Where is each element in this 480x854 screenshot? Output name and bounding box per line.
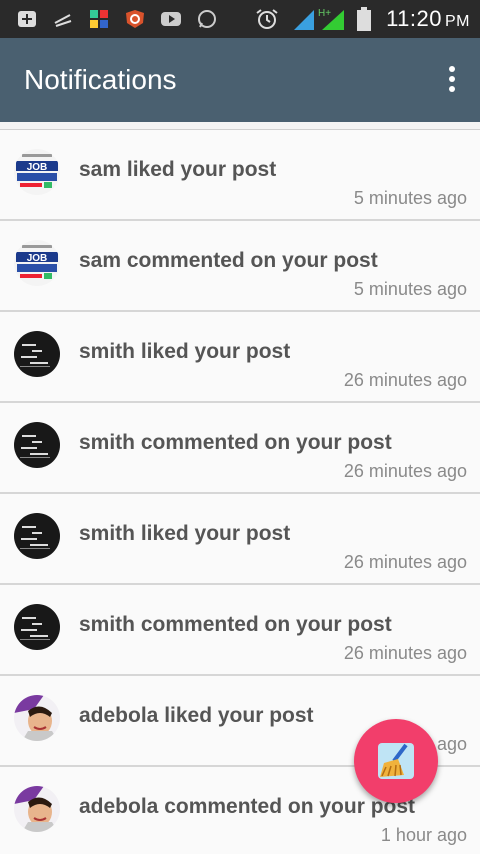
dot-icon bbox=[449, 66, 455, 72]
clean-fab-button[interactable] bbox=[354, 719, 438, 803]
avatar bbox=[14, 422, 60, 468]
notification-message: smith commented on your post bbox=[79, 431, 392, 454]
plus-square-icon bbox=[18, 11, 36, 27]
notification-message: sam liked your post bbox=[79, 158, 277, 181]
status-bar: H+ 11:20 PM bbox=[0, 0, 480, 38]
dot-icon bbox=[449, 86, 455, 92]
pen-icon bbox=[54, 14, 72, 27]
avatar bbox=[14, 695, 60, 741]
svg-text:JOB: JOB bbox=[27, 253, 48, 264]
youtube-icon bbox=[161, 12, 181, 26]
svg-text:H+: H+ bbox=[318, 8, 331, 19]
avatar bbox=[14, 786, 60, 832]
notification-message: adebola commented on your post bbox=[79, 795, 416, 818]
notification-message: smith liked your post bbox=[79, 522, 291, 545]
list-top-divider bbox=[0, 122, 480, 130]
app-icon bbox=[90, 10, 108, 28]
avatar bbox=[14, 331, 60, 377]
svg-text:JOB: JOB bbox=[27, 162, 48, 173]
signal-icon: H+ bbox=[294, 8, 344, 30]
broom-icon bbox=[378, 743, 414, 779]
avatar bbox=[14, 604, 60, 650]
notification-time: 26 minutes ago bbox=[343, 370, 467, 390]
battery-icon bbox=[357, 7, 371, 31]
notification-time: 26 minutes ago bbox=[343, 552, 467, 572]
notification-message: sam commented on your post bbox=[79, 249, 378, 272]
app-bar: Notifications bbox=[0, 38, 480, 122]
whatsapp-icon bbox=[198, 10, 216, 28]
notification-time: 26 minutes ago bbox=[343, 643, 467, 663]
list-item[interactable]: JOB sam liked your post 5 minutes ago bbox=[0, 130, 480, 221]
notification-time: 1 hour ago bbox=[380, 825, 467, 845]
avatar: JOB bbox=[14, 149, 60, 195]
list-item[interactable]: smith liked your post 26 minutes ago bbox=[0, 312, 480, 403]
alarm-icon bbox=[256, 9, 278, 29]
notification-time: 5 minutes ago bbox=[353, 279, 467, 299]
clock: 11:20 PM bbox=[386, 6, 470, 31]
overflow-menu-button[interactable] bbox=[442, 66, 462, 98]
list-item[interactable]: smith liked your post 26 minutes ago bbox=[0, 494, 480, 585]
list-item[interactable]: JOB sam commented on your post 5 minutes a… bbox=[0, 221, 480, 312]
avatar: JOB bbox=[14, 240, 60, 286]
notification-message: smith commented on your post bbox=[79, 613, 392, 636]
dot-icon bbox=[449, 76, 455, 82]
notification-message: adebola liked your post bbox=[79, 704, 314, 727]
notification-time: 5 minutes ago bbox=[353, 188, 467, 208]
avatar bbox=[14, 513, 60, 559]
antivirus-icon bbox=[126, 10, 144, 28]
list-item[interactable]: smith commented on your post 26 minutes a… bbox=[0, 403, 480, 494]
list-item[interactable]: smith commented on your post 26 minutes a… bbox=[0, 585, 480, 676]
notification-message: smith liked your post bbox=[79, 340, 291, 363]
notification-time: 26 minutes ago bbox=[343, 461, 467, 481]
page-title: Notifications bbox=[24, 64, 177, 95]
